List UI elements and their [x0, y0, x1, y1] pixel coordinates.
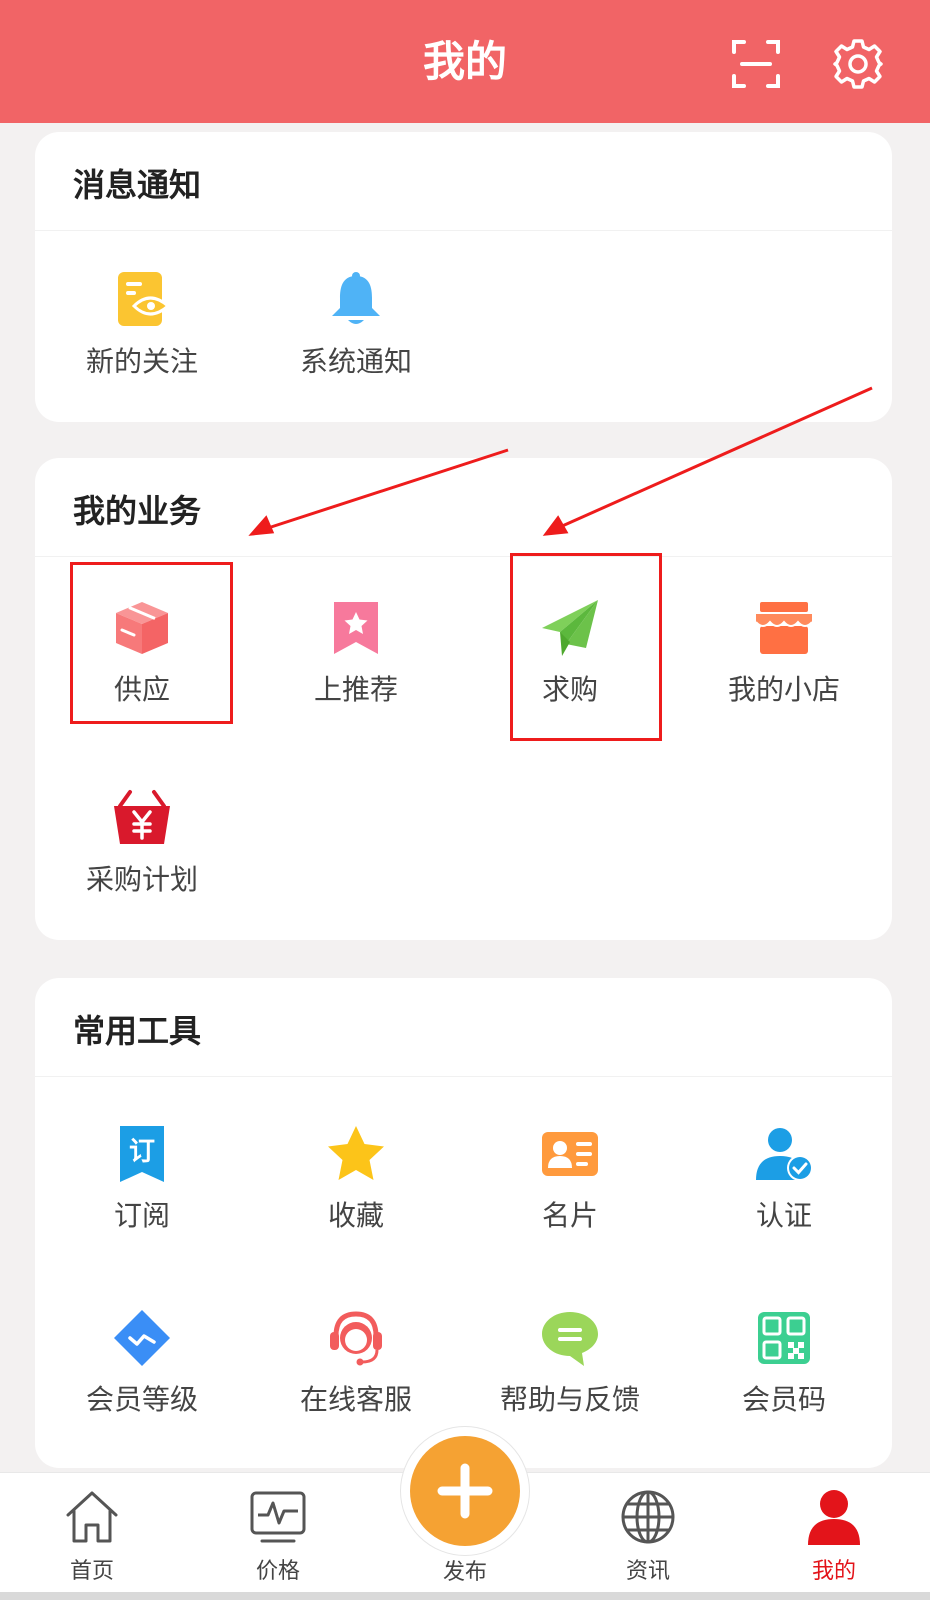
item-member-code[interactable]: 会员码 — [677, 1308, 891, 1438]
plus-icon — [437, 1463, 493, 1519]
bell-icon — [332, 272, 380, 324]
bookmark-star-icon — [334, 602, 378, 654]
business-card-icon — [542, 1132, 598, 1176]
page-title: 我的 — [422, 37, 507, 86]
item-recommend[interactable]: 上推荐 — [249, 598, 463, 728]
tab-label: 资讯 — [625, 1559, 670, 1584]
diamond-icon — [114, 1310, 170, 1366]
settings-button[interactable] — [832, 38, 884, 90]
qr-code-icon — [758, 1312, 810, 1364]
item-purchase-plan[interactable]: 采购计划 — [35, 788, 249, 918]
item-label: 系统通知 — [299, 345, 412, 378]
tools-card: 常用工具 订 订阅 收藏 名片 认证 会员等级 在线客服 帮助与反馈 会员码 — [35, 978, 892, 1468]
highlight-box-purchase-request — [510, 553, 662, 741]
tab-price[interactable]: 价格 — [218, 1473, 338, 1601]
item-label: 采购计划 — [85, 863, 198, 896]
chat-bubble-icon — [542, 1312, 598, 1366]
tab-label: 价格 — [255, 1559, 300, 1584]
gear-icon — [833, 39, 883, 89]
item-label: 我的小店 — [727, 673, 840, 706]
scan-button[interactable] — [730, 38, 782, 90]
highlight-box-supply — [70, 562, 233, 724]
divider — [35, 556, 892, 557]
item-label: 名片 — [541, 1199, 598, 1232]
tab-home[interactable]: 首页 — [32, 1473, 152, 1601]
globe-icon — [621, 1490, 675, 1544]
business-title: 我的业务 — [73, 492, 202, 530]
item-label: 在线客服 — [299, 1383, 412, 1416]
headset-agent-icon — [330, 1311, 382, 1366]
item-new-follow[interactable]: 新的关注 — [35, 270, 249, 400]
shop-icon — [755, 602, 813, 654]
notifications-title: 消息通知 — [73, 166, 202, 204]
item-business-card[interactable]: 名片 — [463, 1124, 677, 1254]
item-label: 新的关注 — [85, 345, 198, 378]
item-label: 会员等级 — [85, 1383, 198, 1416]
tab-news[interactable]: 资讯 — [588, 1473, 708, 1601]
subscribe-icon: 订 — [120, 1126, 164, 1182]
publish-button[interactable] — [410, 1436, 520, 1546]
tab-label: 首页 — [69, 1559, 114, 1584]
star-icon — [328, 1126, 384, 1180]
item-label: 认证 — [755, 1199, 812, 1232]
item-label: 收藏 — [327, 1199, 384, 1232]
tab-label: 我的 — [811, 1559, 856, 1584]
basket-yen-icon — [114, 790, 170, 844]
item-label: 订阅 — [113, 1199, 170, 1232]
item-verification[interactable]: 认证 — [677, 1124, 891, 1254]
item-label: 上推荐 — [313, 673, 398, 706]
item-online-service[interactable]: 在线客服 — [249, 1308, 463, 1438]
tab-mine[interactable]: 我的 — [774, 1473, 894, 1601]
svg-text:订: 订 — [129, 1137, 155, 1167]
price-chart-icon — [250, 1491, 306, 1543]
scan-icon — [732, 40, 780, 88]
item-system-notice[interactable]: 系统通知 — [249, 270, 463, 400]
item-subscribe[interactable]: 订 订阅 — [35, 1124, 249, 1254]
divider — [35, 230, 892, 231]
document-eye-icon — [118, 272, 171, 326]
divider — [35, 1076, 892, 1077]
home-icon — [66, 1491, 118, 1543]
tools-title: 常用工具 — [73, 1012, 202, 1050]
item-member-level[interactable]: 会员等级 — [35, 1308, 249, 1438]
item-label: 帮助与反馈 — [499, 1383, 640, 1416]
item-favorites[interactable]: 收藏 — [249, 1124, 463, 1254]
publish-label: 发布 — [442, 1560, 487, 1585]
system-bottom-bar — [0, 1592, 930, 1600]
item-my-shop[interactable]: 我的小店 — [677, 598, 891, 728]
user-icon — [808, 1490, 860, 1545]
item-label: 会员码 — [741, 1383, 826, 1416]
header-bar: 我的 — [0, 0, 930, 123]
item-help-feedback[interactable]: 帮助与反馈 — [463, 1308, 677, 1438]
notifications-card: 消息通知 新的关注 系统通知 — [35, 132, 892, 422]
verified-user-icon — [756, 1128, 813, 1181]
